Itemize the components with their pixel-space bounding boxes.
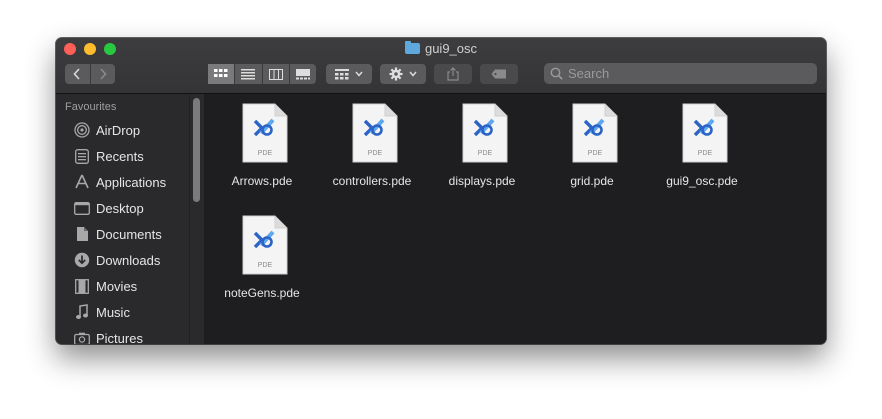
tags-button[interactable] bbox=[480, 64, 518, 84]
columns-icon bbox=[268, 68, 283, 80]
file-type-label: PDE bbox=[368, 150, 383, 157]
file-type-label: PDE bbox=[478, 150, 493, 157]
sidebar-item-label: Music bbox=[96, 304, 130, 320]
file-item[interactable]: PDE gui9_osc.pde bbox=[647, 94, 757, 194]
share-button[interactable] bbox=[434, 64, 472, 84]
file-name: noteGens.pde bbox=[224, 286, 300, 300]
gallery-view-button[interactable] bbox=[290, 64, 316, 84]
share-icon bbox=[447, 67, 459, 81]
sidebar-item-label: Downloads bbox=[96, 252, 161, 268]
music-icon bbox=[73, 304, 91, 320]
desktop-icon bbox=[73, 200, 91, 216]
processing-file-icon: PDE bbox=[682, 103, 728, 163]
finder-window: gui9_osc Search Favourites AirDrop Recen… bbox=[56, 38, 826, 344]
file-type-label: PDE bbox=[588, 150, 603, 157]
file-grid: PDE Arrows.pde PDE controllers.pde PDE d… bbox=[204, 94, 826, 344]
gallery-icon bbox=[295, 68, 310, 79]
search-placeholder: Search bbox=[568, 66, 610, 81]
sidebar-item-documents[interactable]: Documents bbox=[73, 223, 162, 245]
icon-grid-icon bbox=[214, 68, 228, 77]
pictures-icon bbox=[73, 330, 91, 344]
sidebar-item-recents[interactable]: Recents bbox=[73, 145, 144, 167]
search-icon bbox=[550, 67, 563, 80]
file-type-label: PDE bbox=[258, 150, 273, 157]
sidebar-item-label: AirDrop bbox=[96, 122, 141, 138]
chevron-right-icon bbox=[100, 68, 107, 80]
file-item[interactable]: PDE controllers.pde bbox=[317, 94, 427, 194]
file-name: Arrows.pde bbox=[231, 174, 293, 188]
file-type-label: PDE bbox=[698, 150, 713, 157]
sidebar-item-label: Documents bbox=[96, 226, 162, 242]
sidebar-item-movies[interactable]: Movies bbox=[73, 275, 137, 297]
file-item[interactable]: PDE grid.pde bbox=[537, 94, 647, 194]
view-mode-control bbox=[208, 64, 316, 84]
sidebar-item-desktop[interactable]: Desktop bbox=[73, 197, 144, 219]
window-title: gui9_osc bbox=[56, 41, 826, 57]
sidebar-item-label: Applications bbox=[96, 174, 167, 190]
documents-icon bbox=[73, 226, 91, 242]
sidebar-item-label: Desktop bbox=[96, 200, 144, 216]
chevron-down-icon bbox=[409, 71, 417, 77]
action-menu-button[interactable] bbox=[380, 64, 426, 84]
window-title-text: gui9_osc bbox=[424, 41, 478, 56]
processing-file-icon: PDE bbox=[242, 103, 288, 163]
list-view-button[interactable] bbox=[235, 64, 263, 84]
processing-file-icon: PDE bbox=[352, 103, 398, 163]
sidebar-item-label: Movies bbox=[96, 278, 138, 294]
column-view-button[interactable] bbox=[263, 64, 290, 84]
list-icon bbox=[241, 68, 256, 79]
processing-file-icon: PDE bbox=[572, 103, 618, 163]
file-item[interactable]: PDE Arrows.pde bbox=[207, 94, 317, 194]
folder-icon bbox=[404, 41, 420, 54]
forward-button[interactable] bbox=[91, 64, 116, 84]
title-bar: gui9_osc Search bbox=[56, 38, 826, 94]
movies-icon bbox=[73, 278, 91, 294]
icon-view-button[interactable] bbox=[208, 64, 236, 84]
file-name: grid.pde bbox=[570, 174, 614, 188]
sidebar-section-header: Favourites bbox=[65, 101, 117, 113]
applications-icon bbox=[73, 174, 91, 190]
chevron-down-icon bbox=[355, 71, 363, 77]
group-by-button[interactable] bbox=[326, 64, 372, 84]
recents-icon bbox=[73, 148, 91, 164]
file-name: controllers.pde bbox=[332, 174, 412, 188]
tag-icon bbox=[491, 69, 506, 79]
file-type-label: PDE bbox=[258, 262, 273, 269]
sidebar-item-applications[interactable]: Applications bbox=[73, 171, 166, 193]
scrollbar-thumb[interactable] bbox=[193, 98, 200, 202]
search-field[interactable]: Search bbox=[544, 63, 817, 84]
gear-icon bbox=[389, 67, 403, 81]
chevron-left-icon bbox=[73, 68, 80, 80]
sidebar: Favourites AirDrop Recents Applications … bbox=[56, 94, 204, 344]
processing-file-icon: PDE bbox=[242, 215, 288, 275]
sidebar-item-pictures[interactable]: Pictures bbox=[73, 327, 143, 344]
sidebar-item-airdrop[interactable]: AirDrop bbox=[73, 119, 140, 141]
sidebar-scrollbar[interactable] bbox=[189, 94, 204, 344]
back-button[interactable] bbox=[65, 64, 91, 84]
downloads-icon bbox=[73, 252, 91, 268]
sidebar-item-music[interactable]: Music bbox=[73, 301, 130, 323]
file-name: displays.pde bbox=[448, 174, 516, 188]
file-name: gui9_osc.pde bbox=[666, 174, 738, 188]
file-item[interactable]: PDE noteGens.pde bbox=[207, 206, 317, 306]
processing-file-icon: PDE bbox=[462, 103, 508, 163]
file-item[interactable]: PDE displays.pde bbox=[427, 94, 537, 194]
sidebar-item-downloads[interactable]: Downloads bbox=[73, 249, 160, 271]
sidebar-item-label: Recents bbox=[96, 148, 144, 164]
airdrop-icon bbox=[73, 122, 91, 138]
group-grid-icon bbox=[335, 68, 349, 79]
sidebar-item-label: Pictures bbox=[96, 330, 143, 345]
navigation-buttons bbox=[65, 64, 115, 84]
